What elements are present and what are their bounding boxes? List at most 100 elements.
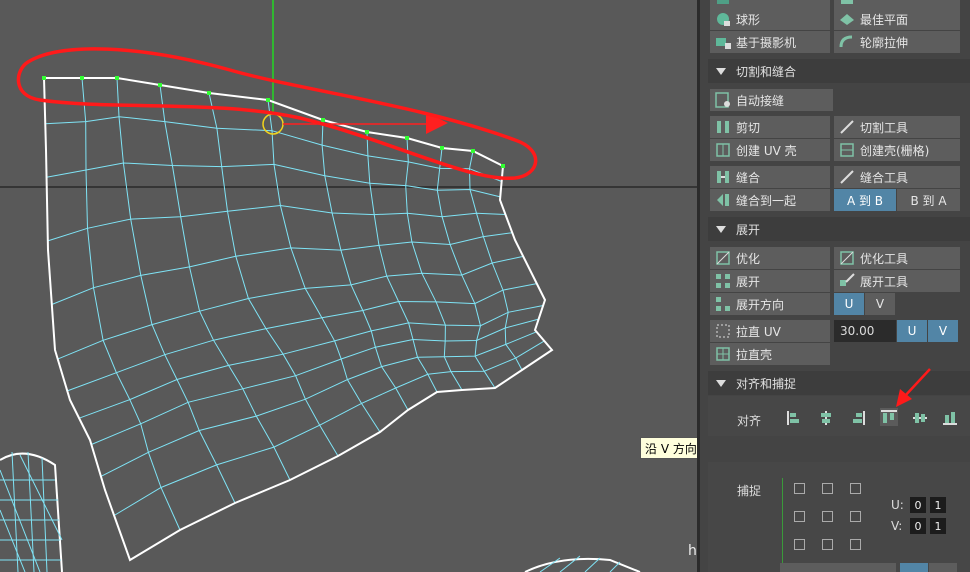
- selected-uv-vertex[interactable]: [80, 76, 84, 80]
- uv-grid-column-line: [405, 137, 463, 391]
- straighten-shell-label: 拉直壳: [736, 347, 773, 362]
- auto-seams-button[interactable]: 自动接缝: [710, 89, 833, 111]
- straighten-uv-button[interactable]: 拉直 UV: [710, 320, 830, 342]
- selected-uv-vertex[interactable]: [158, 83, 162, 87]
- unfold-direction-v-toggle[interactable]: V: [865, 293, 895, 315]
- uv-grid-row-line: [46, 162, 501, 198]
- unfold-label: 展开: [736, 274, 761, 289]
- create-shell-grid-button[interactable]: 创建壳(栅格): [834, 139, 960, 161]
- optimize-button[interactable]: 优化: [710, 247, 830, 269]
- selected-uv-vertex[interactable]: [207, 91, 211, 95]
- straighten-shell-button[interactable]: 拉直壳: [710, 343, 830, 365]
- a-to-b-button[interactable]: A 到 B: [834, 189, 896, 211]
- cylinder-icon: [714, 0, 732, 8]
- snap-v-min-field[interactable]: 0: [910, 518, 926, 534]
- unfold-tool-icon: [838, 272, 856, 290]
- snap-mid-right-checkbox[interactable]: [850, 511, 861, 522]
- unfold-direction-u-toggle[interactable]: U: [834, 293, 864, 315]
- auto-seams-label: 自动接缝: [736, 93, 785, 108]
- selected-uv-vertex[interactable]: [440, 146, 444, 150]
- unfold-direction-label: 展开方向: [736, 297, 785, 312]
- snap-u-max-field[interactable]: 1: [930, 497, 946, 513]
- contour-stretch-label: 轮廓拉伸: [860, 35, 909, 50]
- section-unfold[interactable]: 展开: [708, 217, 970, 241]
- snap-u-min-field[interactable]: 0: [910, 497, 926, 513]
- section-cut-sew[interactable]: 切割和缝合: [708, 59, 970, 83]
- unfold-button[interactable]: 展开: [710, 270, 830, 292]
- snap-v-max-field[interactable]: 1: [930, 518, 946, 534]
- snap-top-center-checkbox[interactable]: [822, 483, 833, 494]
- align-v-min-icon[interactable]: [942, 410, 958, 426]
- snap-bottom-left-checkbox[interactable]: [794, 539, 805, 550]
- align-u-mid-icon[interactable]: [818, 410, 834, 426]
- snap-bottom-center-checkbox[interactable]: [822, 539, 833, 550]
- camera-based-label: 基于摄影机: [736, 35, 797, 50]
- selected-uv-vertex[interactable]: [42, 76, 46, 80]
- uv-shell-border-edge[interactable]: [43, 77, 554, 562]
- bottom-tool-partial[interactable]: [780, 563, 896, 572]
- selected-uv-vertex[interactable]: [115, 76, 119, 80]
- align-u-max-icon[interactable]: [850, 410, 866, 426]
- bottom-toggle-partial[interactable]: [900, 563, 928, 572]
- uv-shell-border[interactable]: [43, 77, 554, 562]
- sew-together-button[interactable]: 缝合到一起: [710, 189, 830, 211]
- straighten-v-toggle[interactable]: V: [928, 320, 958, 342]
- uv-grid-row-line: [67, 283, 537, 392]
- snap-center-checkbox[interactable]: [822, 511, 833, 522]
- uv-grid-row-line: [91, 318, 539, 445]
- selected-uv-vertex[interactable]: [405, 136, 409, 140]
- align-v-mid-icon[interactable]: [912, 410, 928, 426]
- uv-grid-row-line: [51, 232, 513, 305]
- watermark-text: https://blog.csdn.net/weixin_45807296: [688, 543, 697, 559]
- uv-editor-viewport[interactable]: 沿 V 方向将 UV 或 UV 壳对齐到顶部/最大值 https://blog.…: [0, 0, 697, 572]
- sew-button[interactable]: 缝合: [710, 166, 830, 188]
- selected-uv-vertex[interactable]: [266, 98, 270, 102]
- straighten-angle-field[interactable]: 30.00: [834, 320, 896, 342]
- auto-seams-icon: [714, 91, 732, 109]
- contour-stretch-button[interactable]: 轮廓拉伸: [834, 31, 960, 53]
- partial-uv-shell-left[interactable]: [0, 451, 63, 572]
- unfold-icon: [714, 272, 732, 290]
- uv-grid-column-line: [116, 77, 236, 504]
- straighten-u-toggle[interactable]: U: [897, 320, 927, 342]
- unfold-direction-icon: [714, 295, 732, 313]
- cut-button[interactable]: 剪切: [710, 116, 830, 138]
- sew-tool-label: 缝合工具: [860, 170, 909, 185]
- snap-bottom-right-checkbox[interactable]: [850, 539, 861, 550]
- uv-mesh-canvas[interactable]: [0, 0, 697, 572]
- snap-top-right-checkbox[interactable]: [850, 483, 861, 494]
- contour-stretch-icon: [838, 33, 856, 51]
- plane-icon: [838, 0, 856, 8]
- selected-uv-vertex[interactable]: [471, 149, 475, 153]
- spherical-button[interactable]: 球形: [710, 8, 830, 30]
- uv-grid-column-line: [159, 84, 291, 481]
- camera-based-button[interactable]: 基于摄影机: [710, 31, 830, 53]
- unfold-tool-button[interactable]: 展开工具: [834, 270, 960, 292]
- selected-uv-vertex[interactable]: [321, 118, 325, 122]
- partial-uv-shell-bottom[interactable]: [524, 555, 641, 572]
- sew-icon: [714, 168, 732, 186]
- best-plane-button[interactable]: 最佳平面: [834, 8, 960, 30]
- optimize-icon: [714, 249, 732, 267]
- align-v-max-icon[interactable]: [880, 408, 898, 426]
- uv-grid-column-line: [321, 119, 409, 411]
- create-uv-shell-button[interactable]: 创建 UV 壳: [710, 139, 830, 161]
- cut-tool-label: 切割工具: [860, 120, 909, 135]
- snap-top-left-checkbox[interactable]: [794, 483, 805, 494]
- annotation-red-arrow: [896, 368, 931, 407]
- sew-tool-button[interactable]: 缝合工具: [834, 166, 960, 188]
- optimize-tool-button[interactable]: 优化工具: [834, 247, 960, 269]
- optimize-label: 优化: [736, 251, 761, 266]
- b-to-a-button[interactable]: B 到 A: [897, 189, 960, 211]
- camera-icon: [714, 33, 732, 51]
- cut-label: 剪切: [736, 120, 761, 135]
- selected-uv-vertex[interactable]: [365, 130, 369, 134]
- cut-tool-button[interactable]: 切割工具: [834, 116, 960, 138]
- bottom-toggle-partial-2[interactable]: [929, 563, 957, 572]
- unfold-direction-button[interactable]: 展开方向: [710, 293, 830, 315]
- snap-divider: [782, 478, 783, 563]
- snap-mid-left-checkbox[interactable]: [794, 511, 805, 522]
- align-u-min-icon[interactable]: [786, 410, 802, 426]
- uv-grid-column-line: [208, 92, 339, 457]
- selected-uv-vertex[interactable]: [501, 164, 505, 168]
